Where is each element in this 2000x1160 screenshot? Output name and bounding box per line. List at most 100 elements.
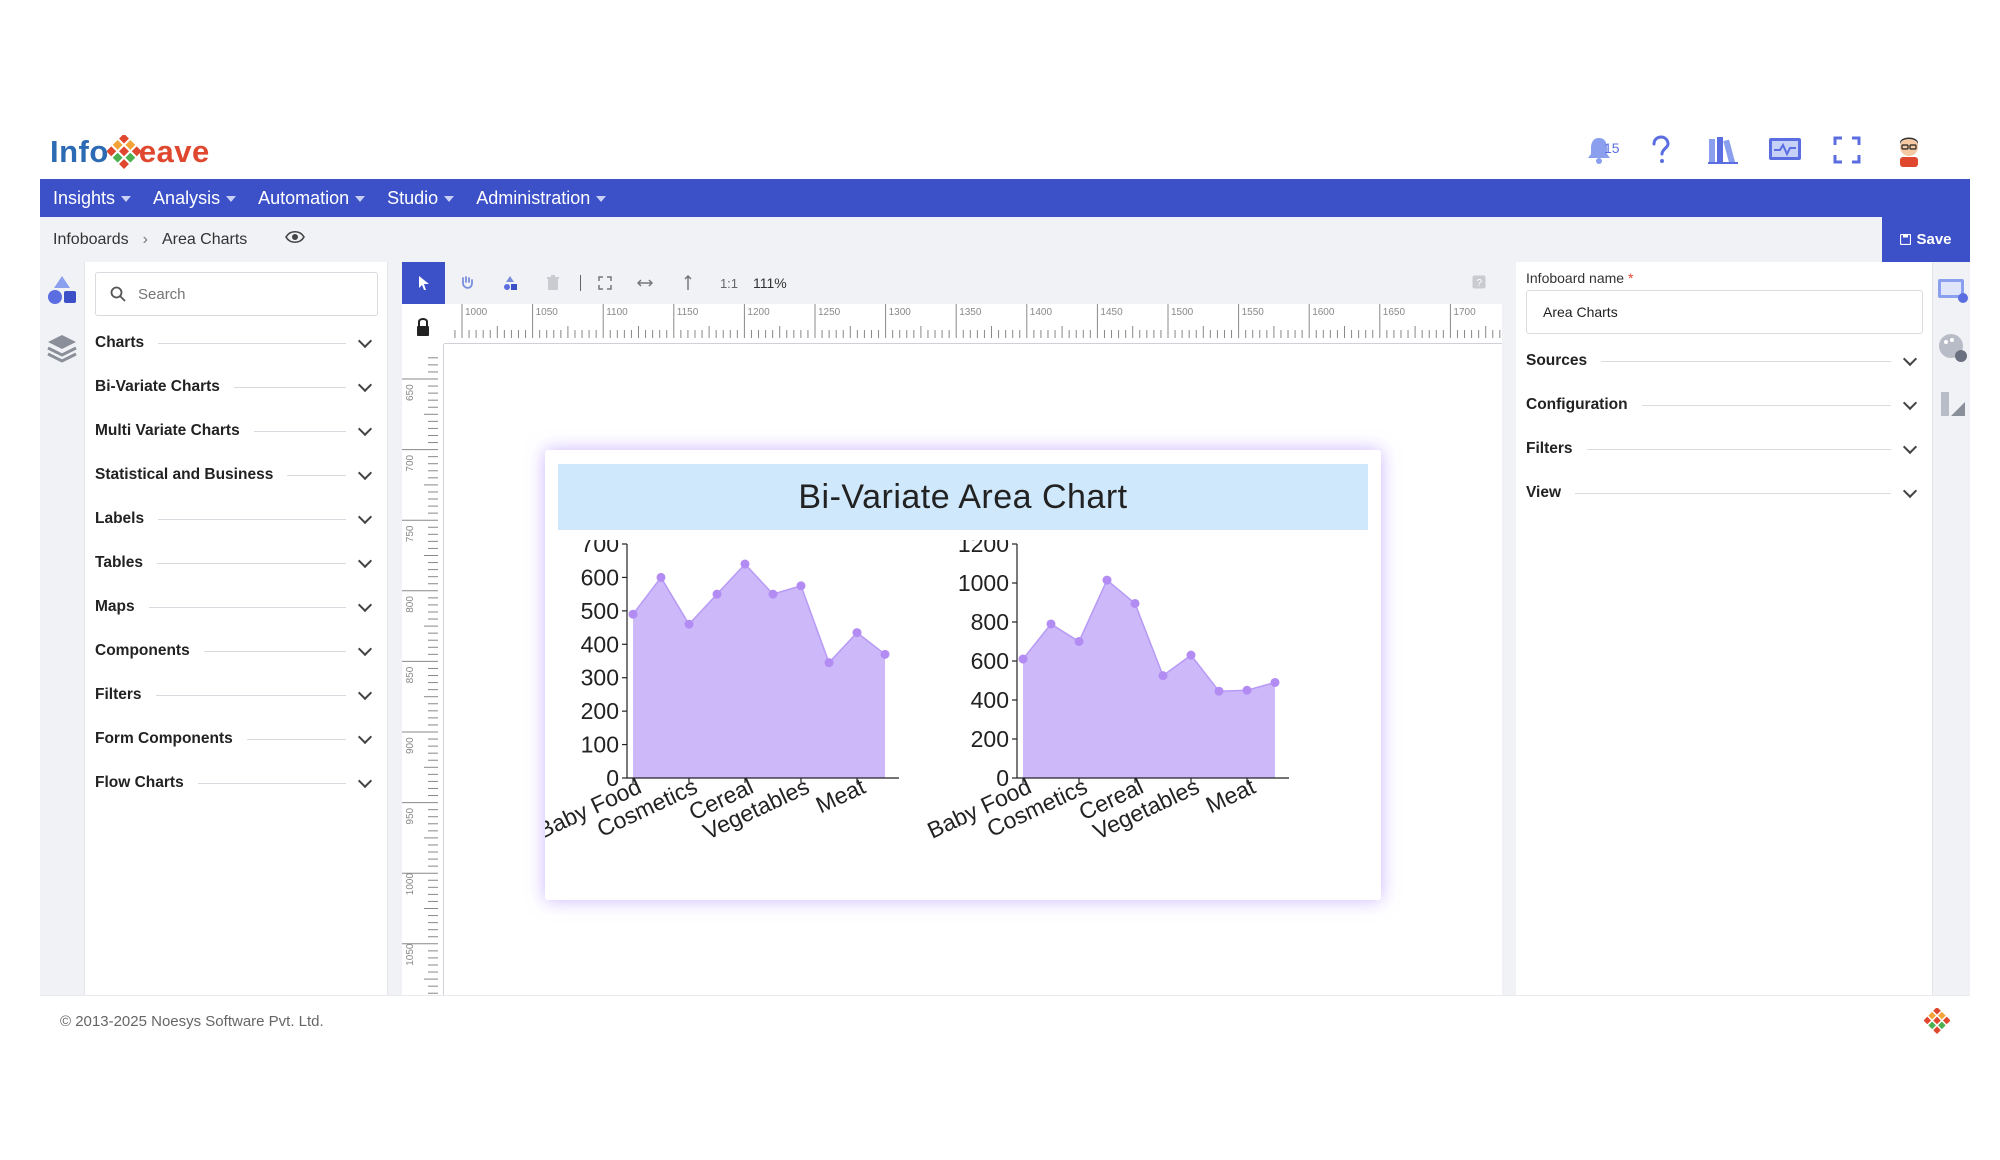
- category-labels[interactable]: Labels: [95, 504, 378, 534]
- delete-tool-button[interactable]: [531, 262, 574, 304]
- divider: [1641, 404, 1891, 406]
- category-bi-variate-charts[interactable]: Bi-Variate Charts: [95, 372, 378, 402]
- avatar-icon: [1900, 137, 1918, 167]
- components-tab[interactable]: [46, 274, 79, 307]
- logo-text-prefix: Info: [50, 134, 109, 169]
- chevron-down-icon: [357, 773, 373, 788]
- divider: [1601, 360, 1891, 362]
- shapes-icon: [48, 276, 76, 304]
- vertical-arrow-icon: [683, 275, 692, 290]
- chevron-down-icon: [357, 377, 373, 392]
- category-charts[interactable]: Charts: [95, 328, 378, 358]
- data-point: [880, 649, 890, 659]
- data-point: [628, 609, 638, 619]
- category-flow-charts[interactable]: Flow Charts: [95, 768, 378, 798]
- header-actions: 15: [1568, 130, 1940, 170]
- chevron-down-icon: [1902, 483, 1918, 498]
- nav-studio-label: Studio: [387, 187, 439, 208]
- chevron-down-icon: [357, 553, 373, 568]
- ruler-tick-label: 1350: [959, 307, 982, 318]
- data-point: [740, 559, 750, 569]
- fit-screen-button[interactable]: [587, 262, 623, 304]
- x-tick-label: Meat: [1202, 773, 1260, 818]
- divider: [203, 650, 346, 652]
- save-button[interactable]: Save: [1882, 217, 1970, 262]
- ruler-tick-label: 1650: [1383, 307, 1406, 318]
- presentation-button[interactable]: [1754, 130, 1816, 170]
- section-sources[interactable]: Sources: [1526, 346, 1923, 376]
- actual-size-button[interactable]: 1:1: [709, 262, 749, 304]
- infoveave-logo[interactable]: Info eave: [50, 132, 210, 172]
- category-maps[interactable]: Maps: [95, 592, 378, 622]
- chevron-down-icon: [357, 729, 373, 744]
- caret-down-icon: [226, 196, 237, 202]
- section-filters[interactable]: Filters: [1526, 434, 1923, 464]
- caret-down-icon: [355, 196, 366, 202]
- category-form-components[interactable]: Form Components: [95, 724, 378, 754]
- nav-automation[interactable]: Automation: [258, 188, 366, 209]
- section-configuration[interactable]: Configuration: [1526, 390, 1923, 420]
- lock-icon[interactable]: [402, 304, 444, 344]
- breadcrumb-infoboards[interactable]: Infoboards: [53, 231, 129, 249]
- infoboard-name-label: Infoboard name *: [1526, 270, 1633, 286]
- nav-insights[interactable]: Insights: [53, 188, 132, 209]
- category-statistical-and-business[interactable]: Statistical and Business: [95, 460, 378, 490]
- theme-tab[interactable]: [1937, 332, 1969, 369]
- category-label: Tables: [95, 554, 143, 571]
- search-input[interactable]: [138, 285, 358, 303]
- logo-weave-icon: [106, 133, 142, 169]
- select-tool-button[interactable]: [402, 262, 445, 304]
- shapes-icon: [503, 276, 517, 290]
- user-avatar[interactable]: [1878, 130, 1940, 170]
- chevron-down-icon: [357, 685, 373, 700]
- category-multi-variate-charts[interactable]: Multi Variate Charts: [95, 416, 378, 446]
- category-filters[interactable]: Filters: [95, 680, 378, 710]
- pan-tool-button[interactable]: [445, 262, 488, 304]
- ruler-tick-label: 1050: [405, 943, 416, 966]
- data-tab[interactable]: [1937, 388, 1969, 425]
- section-label: Sources: [1526, 352, 1588, 369]
- vertical-ruler[interactable]: 650 700 750 800 850 900 950 1000 1050: [402, 344, 444, 995]
- nav-studio[interactable]: Studio: [387, 187, 455, 209]
- board-settings-tab[interactable]: [1937, 276, 1969, 311]
- save-button-label: Save: [1916, 231, 1952, 248]
- fit-width-button[interactable]: [623, 262, 666, 304]
- notifications-button[interactable]: 15: [1568, 130, 1630, 170]
- preview-button[interactable]: [285, 230, 306, 249]
- nav-administration[interactable]: Administration: [476, 187, 607, 209]
- category-tables[interactable]: Tables: [95, 548, 378, 578]
- fullscreen-button[interactable]: [1816, 130, 1878, 170]
- fit-height-button[interactable]: [666, 262, 709, 304]
- nav-analysis[interactable]: Analysis: [153, 188, 237, 209]
- canvas-help-button[interactable]: ?: [1472, 275, 1486, 294]
- chart-widget[interactable]: Bi-Variate Area Chart 0 100 200 300 400 500 60…: [545, 450, 1381, 900]
- y-tick-label: 500: [581, 598, 619, 624]
- shapes-tool-button[interactable]: [488, 262, 531, 304]
- chevron-down-icon: [357, 641, 373, 656]
- divider: [148, 606, 346, 608]
- right-resize-handle[interactable]: [1502, 262, 1516, 995]
- y-tick-label: 300: [581, 665, 619, 691]
- category-label: Charts: [95, 334, 145, 351]
- ruler-tick-label: 750: [405, 525, 416, 542]
- trash-icon: [546, 275, 559, 290]
- question-mark-icon: [1652, 135, 1670, 163]
- horizontal-ruler[interactable]: 1000 1050 1100 1150 1200 1250 1300 1350 1400 1450…: [444, 304, 1502, 344]
- books-icon: [1708, 137, 1738, 164]
- category-components[interactable]: Components: [95, 636, 378, 666]
- properties-panel: Infoboard name * Sources Configuration F…: [1516, 262, 1932, 995]
- search-box: [95, 272, 378, 316]
- help-button[interactable]: [1630, 130, 1692, 170]
- ruler-tick-label: 1500: [1171, 307, 1194, 318]
- chevron-down-icon: [357, 421, 373, 436]
- area-chart-svg: 0100200300400500600700Baby FoodCosmetics…: [545, 540, 1289, 845]
- y-tick-label: 800: [971, 609, 1009, 635]
- data-point: [656, 572, 666, 582]
- nav-administration-label: Administration: [476, 187, 591, 208]
- layers-tab[interactable]: [46, 332, 79, 365]
- library-button[interactable]: [1692, 130, 1754, 170]
- data-point: [796, 581, 806, 591]
- infoboard-name-input[interactable]: [1526, 290, 1923, 334]
- left-resize-handle[interactable]: [388, 262, 402, 995]
- section-view[interactable]: View: [1526, 478, 1923, 508]
